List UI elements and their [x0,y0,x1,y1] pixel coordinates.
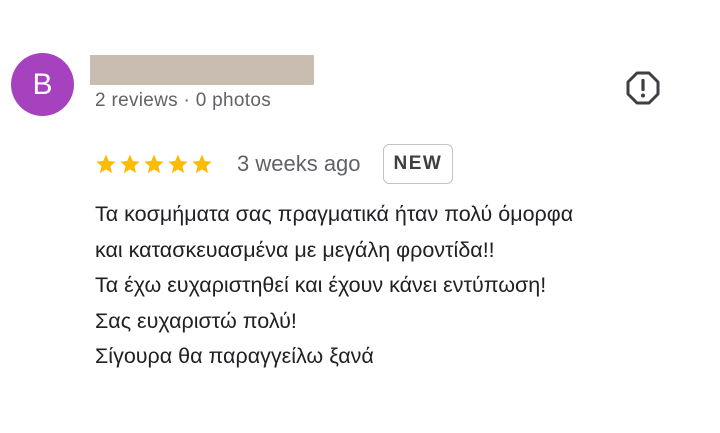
review-line: Σίγουρα θα παραγγείλω ξανά [95,344,374,368]
star-icon [96,154,116,173]
review-time: 3 weeks ago [237,151,361,176]
star-rating [95,153,213,175]
review-line: Σας ευχαριστώ πολύ! [95,308,297,333]
review-line: και κατασκευασμένα με μεγάλη φροντίδα!! [95,237,495,262]
rating-row: 3 weeks ago NEW [95,143,454,185]
review-line: Τα κοσμήματα σας πραγματικά ήταν πολύ όμ… [95,202,574,226]
exclamation-octagon-icon [626,71,660,105]
star-icon [168,154,188,173]
star-icon [144,154,164,173]
star-icon [120,154,140,173]
review-text: Τα κοσμήματα σας πραγματικά ήταν πολύ όμ… [95,197,705,375]
new-badge: NEW [382,144,454,184]
reviewer-name-redacted[interactable] [90,55,314,85]
avatar[interactable]: B [11,53,74,116]
reviewer-meta: 2 reviews · 0 photos [95,90,272,111]
review-line: Τα έχω ευχαριστηθεί και έχουν κάνει εντύ… [95,273,547,297]
report-button[interactable] [625,70,661,106]
star-icon [192,154,212,173]
avatar-letter: B [32,67,53,101]
